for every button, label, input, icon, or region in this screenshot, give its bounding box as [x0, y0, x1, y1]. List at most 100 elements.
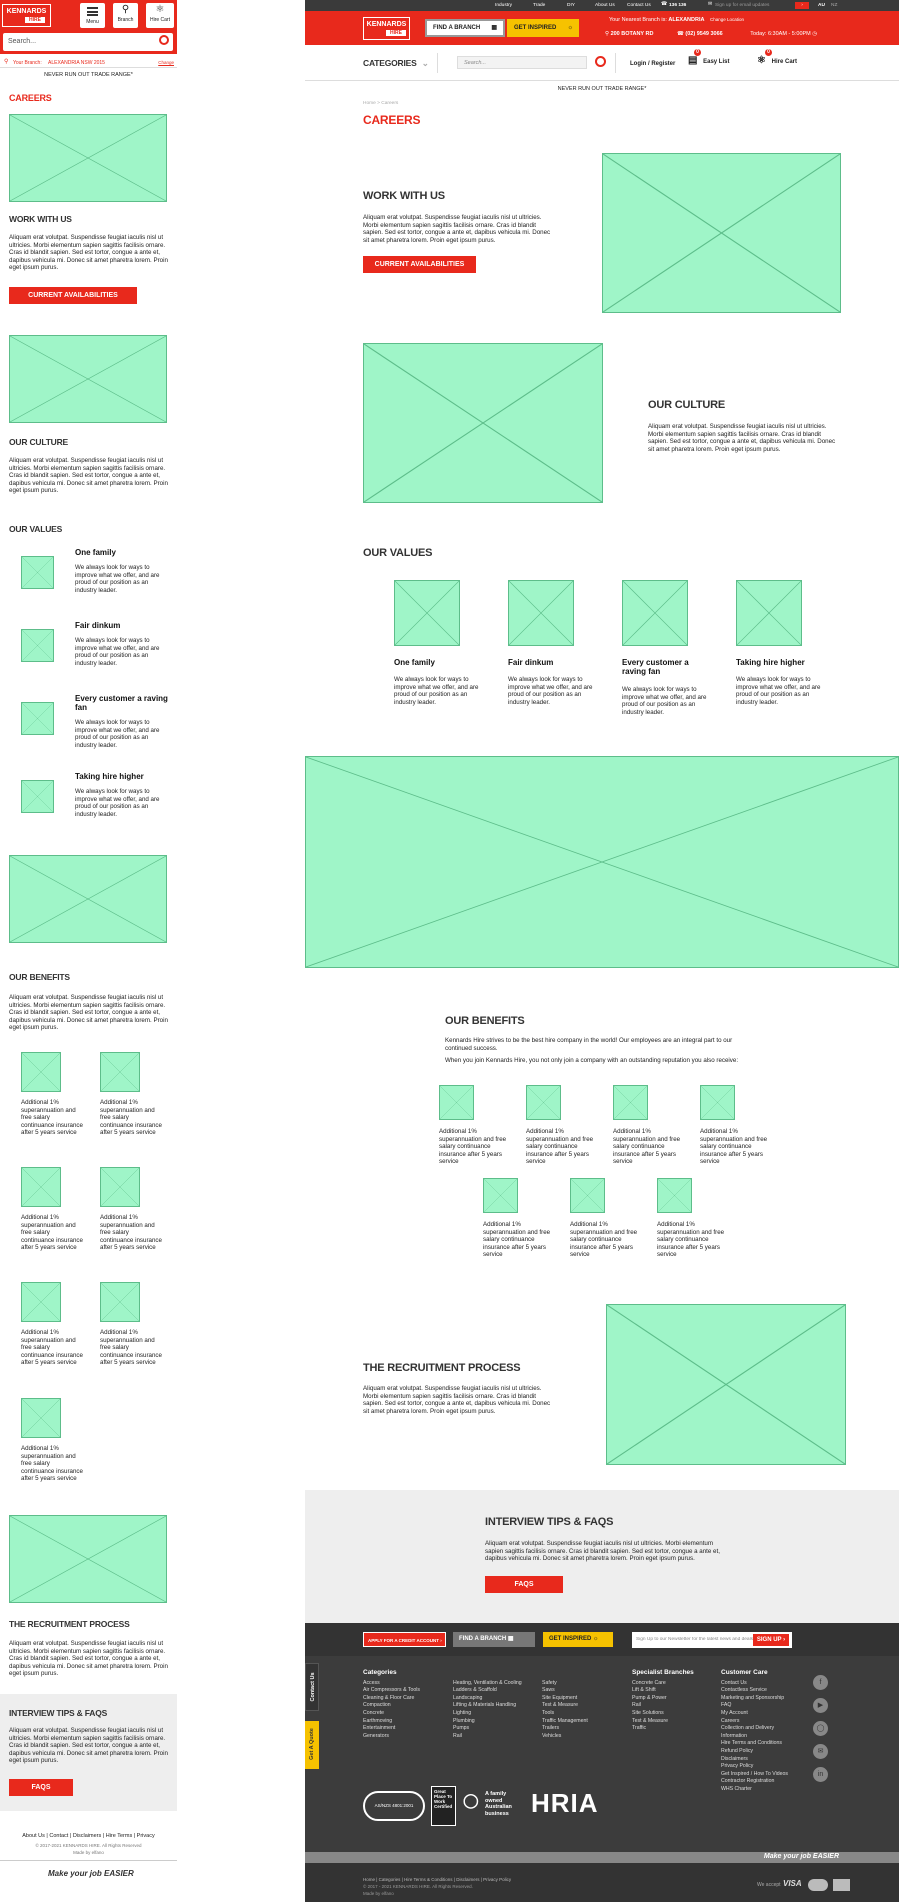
footer-link[interactable]: Get Inspired / How To Videos — [721, 1771, 801, 1779]
promo-banner[interactable]: NEVER RUN OUT TRADE RANGE* — [0, 72, 177, 78]
footer-link[interactable]: Rail — [453, 1733, 522, 1741]
footer-link[interactable]: Contractor Registration — [721, 1778, 801, 1786]
instagram-icon[interactable]: ◯ — [813, 1721, 828, 1736]
facebook-icon[interactable]: f — [813, 1675, 828, 1690]
footer-link[interactable]: Site Equipment — [542, 1695, 588, 1703]
footer-link[interactable]: Rail — [632, 1702, 694, 1710]
footer-link[interactable]: Test & Measure — [632, 1718, 694, 1726]
footer-link[interactable]: Hire Terms and Conditions — [721, 1740, 801, 1748]
search-icon[interactable] — [159, 35, 169, 45]
promo-banner[interactable]: NEVER RUN OUT TRADE RANGE* — [305, 86, 899, 92]
mobile-branch-bar[interactable]: ⚲ Your Branch: ALEXANDRIA NSW 2015 Chang… — [0, 58, 177, 68]
email-icon[interactable]: ✉ — [813, 1744, 828, 1759]
get-quote-tab[interactable]: Get A Quote — [305, 1721, 319, 1769]
footer-link[interactable]: Site Solutions — [632, 1710, 694, 1718]
mobile-search-input[interactable]: Search... — [3, 33, 173, 51]
value-image — [21, 780, 54, 813]
region-au[interactable]: AU — [818, 3, 825, 8]
contact-us-tab[interactable]: Contact Us — [305, 1663, 319, 1711]
footer-get-inspired-button[interactable]: GET INSPIRED ☼ — [543, 1632, 613, 1647]
mobile-logo[interactable]: KENNARDS HIRE — [2, 4, 51, 27]
find-branch-button[interactable]: FIND A BRANCH ▦ — [425, 19, 505, 37]
footer-link[interactable]: Plumbing — [453, 1718, 522, 1726]
hire-cart-button[interactable]: ⚛ Hire Cart — [146, 3, 174, 28]
footer-link[interactable]: Generators — [363, 1733, 420, 1741]
footer-link[interactable]: Vehicles — [542, 1733, 588, 1741]
easy-list-link[interactable]: ▤ 0 Easy List — [688, 49, 729, 66]
mobile-cta-button[interactable]: CURRENT AVAILABILITIES — [9, 287, 137, 304]
footer-link[interactable]: Careers — [721, 1718, 801, 1726]
footer-link[interactable]: Access — [363, 1680, 420, 1688]
footer-link[interactable]: Air Compressors & Tools — [363, 1687, 420, 1695]
footer-link[interactable]: Lift & Shift — [632, 1687, 694, 1695]
newsletter-input[interactable]: Sign Up to our Newsletter for the latest… — [632, 1632, 792, 1648]
mobile-recruit-text: Aliquam erat volutpat. Suspendisse feugi… — [9, 1640, 168, 1678]
login-register-link[interactable]: Login / Register — [630, 61, 675, 67]
footer-bottom-links[interactable]: Home | Categories | Hire Terms & Conditi… — [363, 1877, 511, 1882]
email-submit-button[interactable]: › — [795, 2, 809, 9]
footer-link[interactable]: Traffic Management — [542, 1718, 588, 1726]
branch-address[interactable]: 200 BOTANY RD — [611, 31, 654, 37]
nav-contact[interactable]: Contact Us — [627, 3, 651, 8]
change-branch-link[interactable]: Change — [158, 60, 174, 65]
desktop-search-input[interactable]: Search... — [457, 56, 587, 69]
footer-link[interactable]: Contact Us — [721, 1680, 801, 1688]
faq-button[interactable]: FAQs — [485, 1576, 563, 1593]
footer-link[interactable]: Entertainment — [363, 1725, 420, 1733]
search-icon[interactable] — [595, 56, 606, 67]
mobile-faq-button[interactable]: FAQs — [9, 1779, 73, 1796]
current-availabilities-button[interactable]: CURRENT AVAILABILITIES — [363, 256, 476, 273]
utility-bar: Industry Trade DIY About Us Contact Us ☎… — [305, 0, 899, 11]
footer-link[interactable]: Privacy Policy — [721, 1763, 801, 1771]
footer-link[interactable]: Disclaimers — [721, 1756, 801, 1764]
linkedin-icon[interactable]: in — [813, 1767, 828, 1782]
nav-industry[interactable]: Industry — [495, 3, 512, 8]
menu-button[interactable]: Menu — [80, 3, 105, 28]
footer-link[interactable]: Trailers — [542, 1725, 588, 1733]
footer-link[interactable]: Ladders & Scaffold — [453, 1687, 522, 1695]
email-signup-input[interactable]: Sign up for email updates — [715, 3, 769, 8]
footer-link[interactable]: FAQ — [721, 1702, 801, 1710]
desktop-logo[interactable]: KENNARDS HIRE — [363, 17, 410, 40]
branch-phone[interactable]: (02) 9549 3066 — [685, 31, 722, 37]
footer-link[interactable]: Earthmoving — [363, 1718, 420, 1726]
youtube-icon[interactable]: ▶ — [813, 1698, 828, 1713]
footer-link[interactable]: Saws — [542, 1687, 588, 1695]
footer-link[interactable]: Concrete — [363, 1710, 420, 1718]
apply-credit-button[interactable]: APPLY FOR A CREDIT ACCOUNT › — [363, 1632, 446, 1647]
footer-link[interactable]: Refund Policy — [721, 1748, 801, 1756]
footer-link[interactable]: WHS Charter — [721, 1786, 801, 1794]
nav-about[interactable]: About Us — [595, 3, 615, 8]
footer-link[interactable]: Contactless Service — [721, 1687, 801, 1695]
footer-link[interactable]: Pump & Power — [632, 1695, 694, 1703]
get-inspired-button[interactable]: GET INSPIRED ☼ — [507, 19, 579, 37]
breadcrumb[interactable]: Home > Careers — [363, 101, 398, 106]
footer-link[interactable]: Safety — [542, 1680, 588, 1688]
newsletter-signup-button[interactable]: SIGN UP › — [753, 1634, 789, 1646]
footer-link[interactable]: Compaction — [363, 1702, 420, 1710]
categories-menu[interactable]: CATEGORIES ⌄ — [363, 58, 429, 69]
chevron-right-icon: › — [440, 1638, 442, 1643]
footer-link[interactable]: Tools — [542, 1710, 588, 1718]
footer-link[interactable]: Lifting & Materials Handling — [453, 1702, 522, 1710]
footer-link[interactable]: Cleaning & Floor Care — [363, 1695, 420, 1703]
footer-link[interactable]: My Account — [721, 1710, 801, 1718]
hire-cart-link[interactable]: ⚛ 0 Hire Cart — [757, 49, 797, 66]
footer-find-branch-button[interactable]: FIND A BRANCH ▦ — [453, 1632, 535, 1647]
nav-diy[interactable]: DIY — [567, 3, 575, 8]
footer-link[interactable]: Collection and Delivery Information — [721, 1725, 801, 1740]
footer-link[interactable]: Test & Measure — [542, 1702, 588, 1710]
change-location-link[interactable]: Change Location — [710, 17, 744, 22]
region-nz[interactable]: NZ — [831, 3, 837, 8]
footer-link[interactable]: Landscaping — [453, 1695, 522, 1703]
footer-link[interactable]: Concrete Care — [632, 1680, 694, 1688]
footer-link[interactable]: Marketing and Sponsorship — [721, 1695, 801, 1703]
mobile-footer-links[interactable]: About Us | Contact | Disclaimers | Hire … — [0, 1833, 177, 1839]
nav-phone[interactable]: 136 136 — [669, 3, 686, 8]
footer-link[interactable]: Lighting — [453, 1710, 522, 1718]
footer-link[interactable]: Heating, Ventilation & Cooling — [453, 1680, 522, 1688]
branch-button[interactable]: ⚲ Branch — [113, 3, 138, 28]
footer-link[interactable]: Pumps — [453, 1725, 522, 1733]
footer-link[interactable]: Traffic — [632, 1725, 694, 1733]
nav-trade[interactable]: Trade — [533, 3, 545, 8]
